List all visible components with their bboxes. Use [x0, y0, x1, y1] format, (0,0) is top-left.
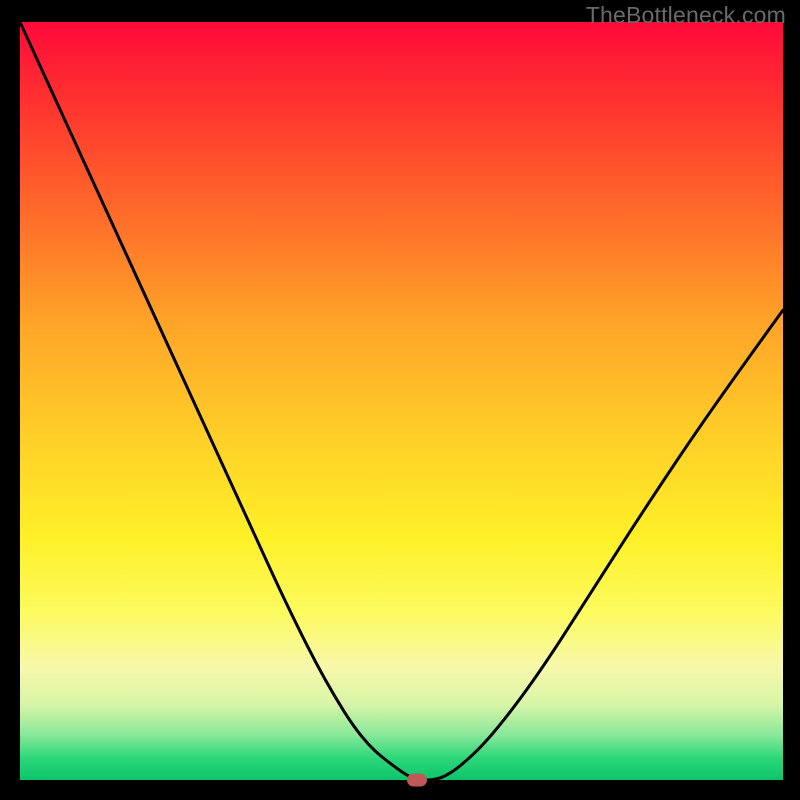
minimum-marker [407, 774, 427, 787]
bottleneck-curve [20, 22, 783, 780]
chart-plot-area [20, 22, 783, 780]
watermark-text: TheBottleneck.com [586, 2, 786, 29]
